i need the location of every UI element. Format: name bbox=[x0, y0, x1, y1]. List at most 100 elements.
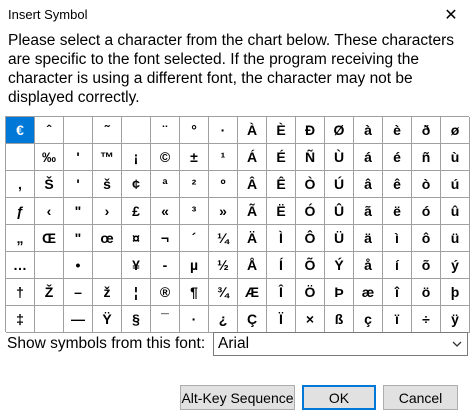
symbol-cell[interactable] bbox=[122, 117, 151, 144]
symbol-cell[interactable]: ‰ bbox=[35, 144, 64, 171]
symbol-cell[interactable] bbox=[35, 252, 64, 279]
symbol-cell[interactable] bbox=[93, 252, 122, 279]
symbol-cell[interactable]: ³ bbox=[180, 198, 209, 225]
symbol-cell[interactable]: Ê bbox=[267, 171, 296, 198]
symbol-cell[interactable]: ¥ bbox=[122, 252, 151, 279]
symbol-cell[interactable]: Ñ bbox=[296, 144, 325, 171]
symbol-cell[interactable]: Û bbox=[325, 198, 354, 225]
symbol-cell[interactable]: ¿ bbox=[209, 306, 238, 333]
symbol-cell[interactable]: è bbox=[383, 117, 412, 144]
symbol-cell[interactable]: ¬ bbox=[151, 225, 180, 252]
symbol-cell[interactable]: Ž bbox=[35, 279, 64, 306]
symbol-cell[interactable]: „ bbox=[6, 225, 35, 252]
symbol-cell[interactable]: « bbox=[151, 198, 180, 225]
symbol-cell[interactable]: œ bbox=[93, 225, 122, 252]
symbol-cell[interactable]: ô bbox=[412, 225, 441, 252]
symbol-cell[interactable]: ß bbox=[325, 306, 354, 333]
symbol-cell-selected[interactable]: € bbox=[6, 117, 35, 144]
symbol-cell[interactable]: Š bbox=[35, 171, 64, 198]
symbol-cell[interactable]: Ì bbox=[267, 225, 296, 252]
symbol-cell[interactable]: Ä bbox=[238, 225, 267, 252]
symbol-cell[interactable] bbox=[64, 117, 93, 144]
symbol-cell[interactable]: š bbox=[93, 171, 122, 198]
symbol-cell[interactable]: Œ bbox=[35, 225, 64, 252]
symbol-cell[interactable]: Å bbox=[238, 252, 267, 279]
symbol-cell[interactable]: © bbox=[151, 144, 180, 171]
symbol-cell[interactable]: Î bbox=[267, 279, 296, 306]
symbol-cell[interactable]: ð bbox=[412, 117, 441, 144]
symbol-cell[interactable]: " bbox=[64, 198, 93, 225]
symbol-cell[interactable]: Ÿ bbox=[93, 306, 122, 333]
alt-key-sequence-button[interactable]: Alt-Key Sequence bbox=[180, 385, 295, 410]
symbol-cell[interactable]: ƒ bbox=[6, 198, 35, 225]
symbol-cell[interactable]: Ø bbox=[325, 117, 354, 144]
close-button[interactable]: ✕ bbox=[428, 0, 474, 30]
symbol-cell[interactable]: é bbox=[383, 144, 412, 171]
symbol-cell[interactable]: † bbox=[6, 279, 35, 306]
symbol-cell[interactable]: ¶ bbox=[180, 279, 209, 306]
symbol-cell[interactable]: ÿ bbox=[441, 306, 470, 333]
symbol-cell[interactable]: þ bbox=[441, 279, 470, 306]
symbol-cell[interactable]: § bbox=[122, 306, 151, 333]
symbol-cell[interactable]: ‡ bbox=[6, 306, 35, 333]
symbol-cell[interactable]: ¢ bbox=[122, 171, 151, 198]
symbol-cell[interactable]: £ bbox=[122, 198, 151, 225]
symbol-cell[interactable]: ½ bbox=[209, 252, 238, 279]
symbol-cell[interactable]: ü bbox=[441, 225, 470, 252]
font-dropdown[interactable]: Arial bbox=[213, 332, 468, 356]
symbol-cell[interactable]: Ã bbox=[238, 198, 267, 225]
symbol-cell[interactable]: × bbox=[296, 306, 325, 333]
symbol-cell[interactable]: Ç bbox=[238, 306, 267, 333]
symbol-cell[interactable]: ´ bbox=[180, 225, 209, 252]
symbol-cell[interactable]: Ú bbox=[325, 171, 354, 198]
symbol-cell[interactable]: ý bbox=[441, 252, 470, 279]
symbol-cell[interactable]: ó bbox=[412, 198, 441, 225]
symbol-cell[interactable]: â bbox=[354, 171, 383, 198]
symbol-cell[interactable]: Ý bbox=[325, 252, 354, 279]
symbol-cell[interactable]: ' bbox=[64, 171, 93, 198]
symbol-cell[interactable] bbox=[35, 306, 64, 333]
symbol-cell[interactable]: Ô bbox=[296, 225, 325, 252]
symbol-cell[interactable]: ë bbox=[383, 198, 412, 225]
symbol-cell[interactable]: … bbox=[6, 252, 35, 279]
symbol-cell[interactable]: ' bbox=[64, 144, 93, 171]
symbol-cell[interactable]: à bbox=[354, 117, 383, 144]
symbol-cell[interactable]: Þ bbox=[325, 279, 354, 306]
symbol-cell[interactable]: ï bbox=[383, 306, 412, 333]
symbol-cell[interactable] bbox=[6, 144, 35, 171]
symbol-cell[interactable]: " bbox=[64, 225, 93, 252]
symbol-cell[interactable]: ª bbox=[151, 171, 180, 198]
symbol-cell[interactable]: ù bbox=[441, 144, 470, 171]
symbol-cell[interactable]: ® bbox=[151, 279, 180, 306]
symbol-cell[interactable]: – bbox=[64, 279, 93, 306]
symbol-cell[interactable]: ² bbox=[180, 171, 209, 198]
symbol-cell[interactable]: ™ bbox=[93, 144, 122, 171]
symbol-cell[interactable]: Æ bbox=[238, 279, 267, 306]
symbol-cell[interactable]: ¦ bbox=[122, 279, 151, 306]
symbol-cell[interactable]: ž bbox=[93, 279, 122, 306]
symbol-cell[interactable]: Ó bbox=[296, 198, 325, 225]
symbol-cell[interactable]: ¤ bbox=[122, 225, 151, 252]
symbol-cell[interactable]: û bbox=[441, 198, 470, 225]
symbol-cell[interactable]: ± bbox=[180, 144, 209, 171]
symbol-cell[interactable]: ö bbox=[412, 279, 441, 306]
symbol-cell[interactable]: Ö bbox=[296, 279, 325, 306]
symbol-cell[interactable]: ò bbox=[412, 171, 441, 198]
symbol-cell[interactable]: ˆ bbox=[35, 117, 64, 144]
symbol-cell[interactable]: µ bbox=[180, 252, 209, 279]
symbol-cell[interactable]: Ò bbox=[296, 171, 325, 198]
symbol-cell[interactable]: Ù bbox=[325, 144, 354, 171]
symbol-cell[interactable]: ê bbox=[383, 171, 412, 198]
symbol-cell[interactable]: ñ bbox=[412, 144, 441, 171]
symbol-cell[interactable]: ã bbox=[354, 198, 383, 225]
symbol-cell[interactable]: » bbox=[209, 198, 238, 225]
symbol-cell[interactable]: å bbox=[354, 252, 383, 279]
symbol-cell[interactable]: á bbox=[354, 144, 383, 171]
symbol-cell[interactable]: Ü bbox=[325, 225, 354, 252]
symbol-cell[interactable]: ì bbox=[383, 225, 412, 252]
symbol-cell[interactable]: ÷ bbox=[412, 306, 441, 333]
symbol-cell[interactable]: õ bbox=[412, 252, 441, 279]
symbol-cell[interactable]: Ð bbox=[296, 117, 325, 144]
symbol-cell[interactable]: ° bbox=[180, 117, 209, 144]
symbol-cell[interactable]: ¡ bbox=[122, 144, 151, 171]
